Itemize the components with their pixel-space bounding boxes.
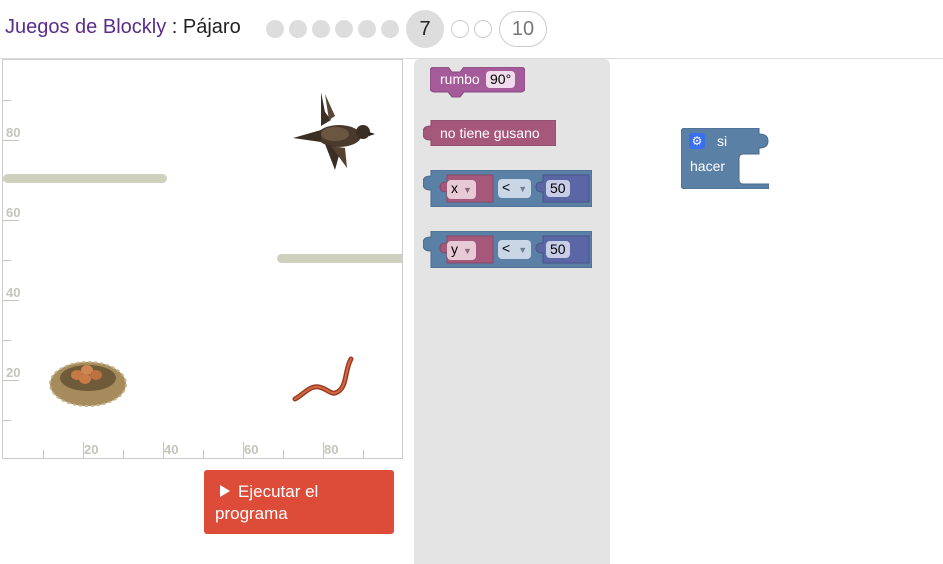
chevron-down-icon: ▼ — [518, 245, 528, 255]
level-selector: 7 10 — [266, 10, 547, 48]
page-title: Juegos de Blockly : Pájaro — [5, 16, 241, 39]
app-title-link[interactable]: Juegos de Blockly — [5, 16, 166, 38]
x-axis-label-40: 40 — [164, 442, 179, 457]
heading-block-label: rumbo — [440, 71, 480, 87]
x-tick — [83, 442, 84, 458]
y-variable-label: y — [451, 241, 458, 257]
if-block-label: si — [717, 133, 728, 149]
heading-angle-field[interactable]: 90° — [486, 71, 516, 88]
x-tick — [203, 450, 204, 458]
x-variable-dropdown[interactable]: x ▼ — [447, 180, 476, 199]
level-dot-1[interactable] — [266, 20, 284, 38]
y-axis-label-80: 80 — [6, 125, 21, 140]
y-tick — [3, 260, 11, 261]
x-tick — [363, 450, 364, 458]
header: Juegos de Blockly : Pájaro 7 10 — [0, 0, 943, 59]
y-number-field[interactable]: 50 — [546, 241, 570, 258]
x-variable-label: x — [451, 180, 458, 196]
x-operator-dropdown[interactable]: < ▼ — [498, 179, 532, 198]
y-operator-label: < — [502, 240, 511, 256]
x-axis-label-20: 20 — [84, 442, 99, 457]
title-separator: : — [166, 16, 183, 38]
y-tick — [3, 140, 19, 141]
y-variable-dropdown[interactable]: y ▼ — [447, 241, 476, 260]
y-tick — [3, 300, 19, 301]
no-worm-block[interactable]: no tiene gusano — [423, 120, 556, 146]
level-dot-4[interactable] — [335, 20, 353, 38]
y-axis-label-40: 40 — [6, 285, 21, 300]
x-tick — [243, 442, 244, 458]
current-level-badge[interactable]: 7 — [406, 10, 444, 48]
x-number-field[interactable]: 50 — [546, 180, 570, 197]
x-tick — [283, 450, 284, 458]
no-worm-block-label: no tiene gusano — [440, 125, 540, 141]
compare-x-block[interactable]: x ▼ < ▼ 50 — [423, 170, 592, 207]
x-axis-label-80: 80 — [324, 442, 339, 457]
run-program-label: Ejecutar el programa — [215, 482, 319, 523]
y-tick — [3, 420, 11, 421]
wall-upper-left — [3, 174, 167, 183]
y-axis-label-20: 20 — [6, 365, 21, 380]
y-tick — [3, 340, 11, 341]
heading-block[interactable]: rumbo 90° — [430, 67, 525, 98]
x-axis-label-60: 60 — [244, 442, 259, 457]
level-name: Pájaro — [182, 16, 241, 38]
bird-icon — [293, 92, 375, 170]
y-axis-label-60: 60 — [6, 205, 21, 220]
y-operator-dropdown[interactable]: < ▼ — [498, 240, 532, 259]
level-dot-2[interactable] — [289, 20, 307, 38]
x-tick — [163, 442, 164, 458]
x-operator-label: < — [502, 179, 511, 195]
level-dot-8[interactable] — [451, 20, 469, 38]
x-tick — [123, 450, 124, 458]
worm-icon — [292, 356, 354, 402]
play-icon — [220, 485, 230, 497]
run-program-button[interactable]: Ejecutar el programa — [204, 470, 394, 534]
if-block[interactable]: ⚙ si hacer — [681, 128, 769, 189]
last-level-badge[interactable]: 10 — [499, 11, 547, 47]
y-tick — [3, 100, 11, 101]
workspace[interactable]: ⚙ si hacer — [611, 59, 943, 564]
chevron-down-icon: ▼ — [518, 184, 528, 194]
play-area: 80 60 40 20 20 40 60 80 — [2, 59, 403, 459]
do-block-label: hacer — [690, 158, 726, 174]
y-tick — [3, 380, 19, 381]
chevron-down-icon: ▼ — [463, 185, 472, 195]
gear-icon[interactable]: ⚙ — [689, 133, 705, 149]
level-dot-3[interactable] — [312, 20, 330, 38]
level-dot-6[interactable] — [381, 20, 399, 38]
nest-icon — [49, 361, 127, 407]
compare-y-block[interactable]: y ▼ < ▼ 50 — [423, 231, 592, 268]
level-dot-5[interactable] — [358, 20, 376, 38]
toolbox-flyout: rumbo 90° no tiene gusano x ▼ < ▼ 50 y ▼ < ▼… — [414, 59, 610, 564]
x-tick — [43, 450, 44, 458]
y-tick — [3, 220, 19, 221]
level-dot-9[interactable] — [474, 20, 492, 38]
x-tick — [323, 442, 324, 458]
chevron-down-icon: ▼ — [463, 246, 472, 256]
wall-right — [277, 254, 402, 263]
